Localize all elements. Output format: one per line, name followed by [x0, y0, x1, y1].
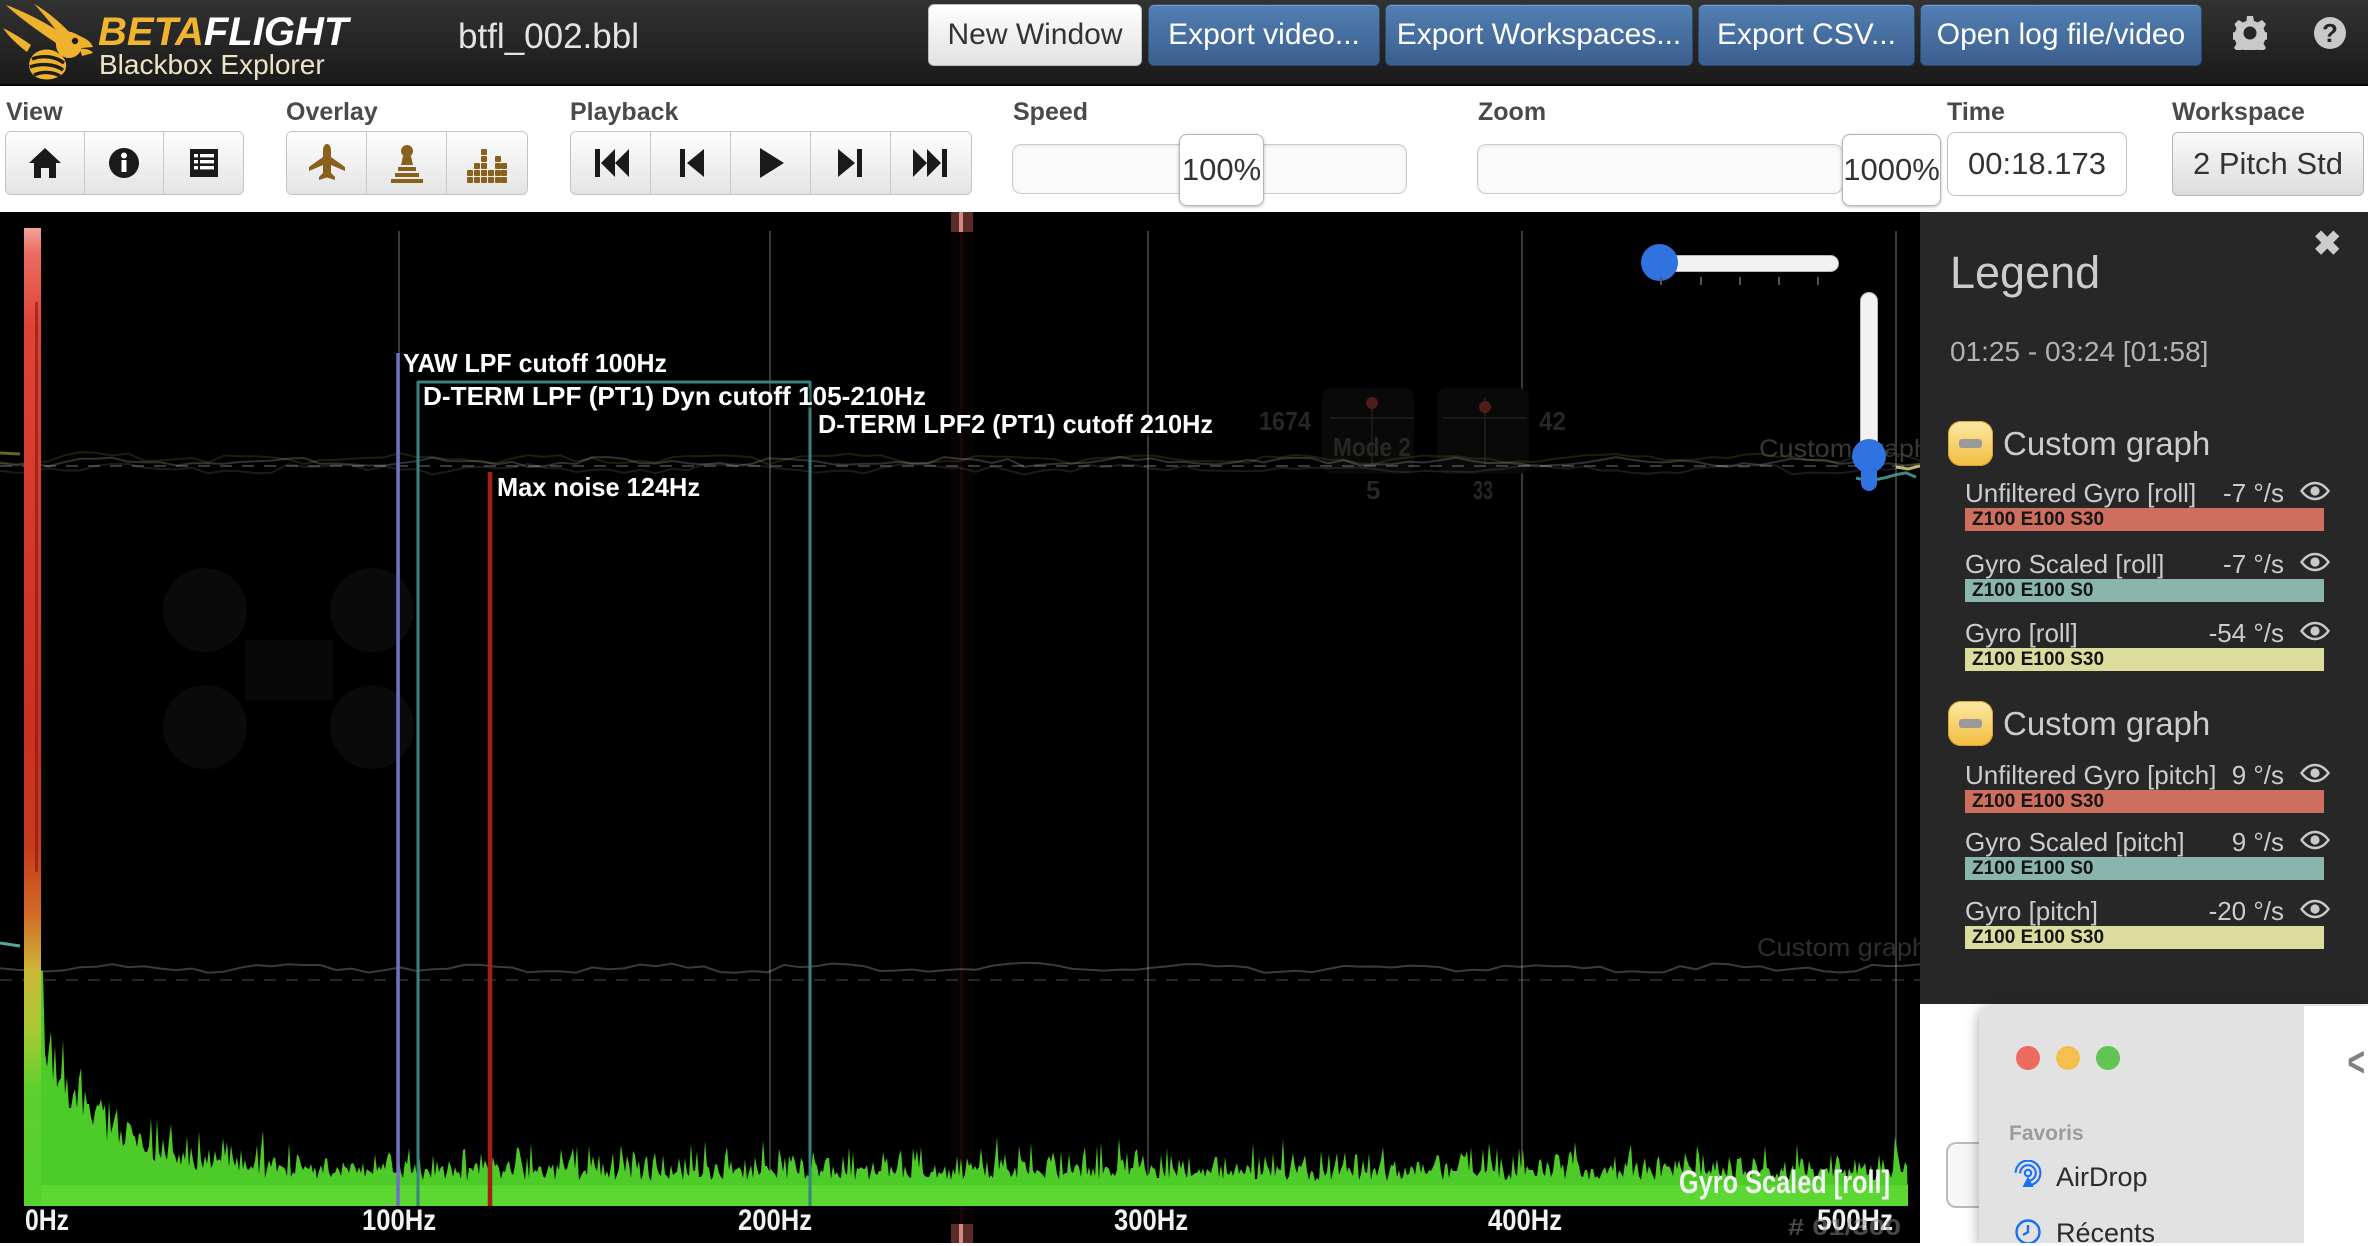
svg-text:33: 33	[1473, 475, 1493, 505]
svg-text:# 01/300: # 01/300	[1788, 1214, 1901, 1240]
svg-text:1674: 1674	[1259, 406, 1311, 436]
svg-text:400Hz: 400Hz	[1488, 1204, 1562, 1237]
svg-text:Gyro Scaled [roll]: Gyro Scaled [roll]	[1679, 1164, 1890, 1200]
svg-text:Custom graph: Custom graph	[1757, 934, 1920, 962]
svg-text:200Hz: 200Hz	[738, 1204, 812, 1237]
svg-text:100Hz: 100Hz	[362, 1204, 436, 1237]
svg-text:YAW LPF cutoff 100Hz: YAW LPF cutoff 100Hz	[403, 348, 667, 378]
svg-text:0Hz: 0Hz	[25, 1204, 69, 1237]
svg-text:5: 5	[1366, 475, 1380, 505]
svg-text:42: 42	[1539, 406, 1566, 436]
svg-text:300Hz: 300Hz	[1114, 1204, 1188, 1237]
svg-text:D-TERM LPF (PT1) Dyn cutoff 10: D-TERM LPF (PT1) Dyn cutoff 105-210Hz	[423, 381, 926, 411]
svg-text:Max noise 124Hz: Max noise 124Hz	[497, 472, 700, 502]
svg-text:Custom graph: Custom graph	[1759, 435, 1920, 463]
svg-text:D-TERM LPF2 (PT1) cutoff 210Hz: D-TERM LPF2 (PT1) cutoff 210Hz	[818, 409, 1213, 439]
